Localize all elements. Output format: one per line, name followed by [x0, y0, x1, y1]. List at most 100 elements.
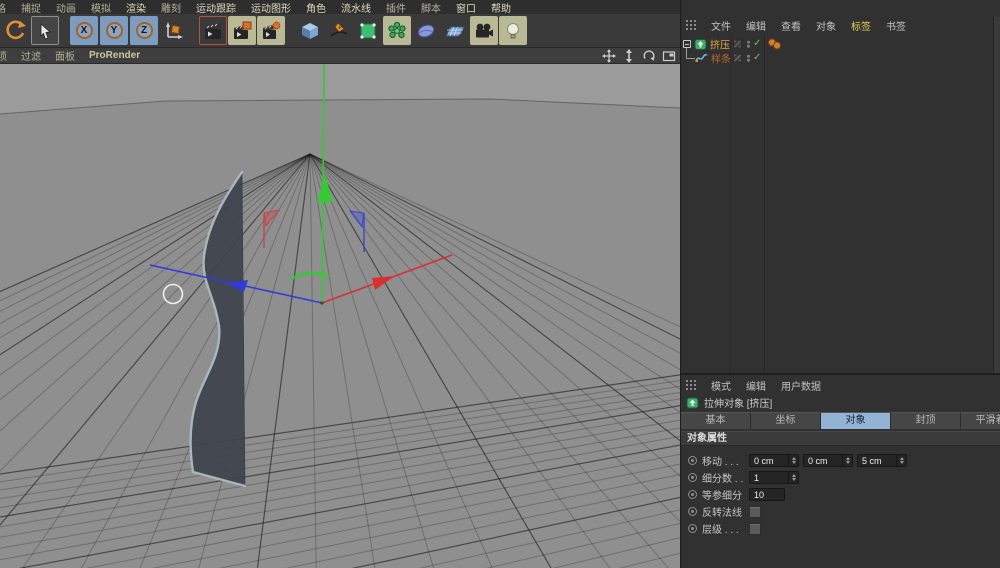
om-menu-item[interactable]: 书签 [886, 18, 906, 33]
viewport-menu-item[interactable]: 过滤 [21, 48, 41, 63]
coordinate-system-button[interactable] [160, 16, 188, 45]
keyframe-circle-icon[interactable] [688, 524, 697, 533]
om-scrollbar[interactable] [993, 17, 1000, 374]
dolly-zoom-icon[interactable] [622, 49, 636, 63]
property-row-hierarchical: 层级 . . . [681, 521, 1000, 536]
undo-button[interactable] [2, 16, 30, 45]
render-view-button[interactable] [199, 16, 227, 45]
am-menu-item[interactable]: 用户数据 [781, 378, 821, 393]
menu-item[interactable]: 流水线 [341, 0, 371, 14]
lock-x-axis-button[interactable]: X [70, 16, 98, 45]
tab-phong[interactable]: 平滑着色 [961, 412, 1000, 429]
flip-normals-checkbox[interactable] [749, 506, 761, 518]
movement-x-field[interactable]: 0 cm [749, 454, 799, 467]
subdivision-surface-button[interactable] [354, 16, 382, 45]
tab-coord[interactable]: 坐标 [751, 412, 821, 429]
visibility-dots[interactable] [747, 53, 750, 64]
column-divider [764, 34, 765, 374]
floor-icon [444, 20, 466, 42]
menu-item[interactable]: 捕捉 [21, 0, 41, 14]
object-row-extrude[interactable]: 挤压 ✓ [681, 37, 992, 51]
render-picture-viewer-button[interactable] [228, 16, 256, 45]
object-tree[interactable]: 挤压 ✓ 样条 ✓ [681, 34, 992, 374]
subdivision-field[interactable]: 1 [749, 471, 799, 484]
mograph-button[interactable] [383, 16, 411, 45]
enable-check-icon[interactable]: ✓ [753, 53, 761, 63]
stepper[interactable] [788, 472, 798, 483]
viewport-menu-item[interactable]: ProRender [89, 50, 140, 61]
om-menu-item[interactable]: 标签 [851, 18, 871, 33]
main-toolbar: X Y Z [0, 14, 680, 48]
coordinate-system-icon [163, 20, 185, 42]
orbit-icon[interactable] [642, 49, 656, 63]
object-name[interactable]: 样条 [711, 51, 731, 66]
menu-item[interactable]: 脚本 [421, 0, 441, 14]
object-tags[interactable] [768, 39, 781, 50]
keyframe-circle-icon[interactable] [688, 490, 697, 499]
layer-toggle[interactable] [733, 54, 742, 63]
keyframe-circle-icon[interactable] [688, 456, 697, 465]
tab-caps[interactable]: 封顶 [891, 412, 961, 429]
iso-subdivision-field[interactable]: 10 [749, 488, 785, 501]
light-button[interactable] [499, 16, 527, 45]
menu-item[interactable]: 动画 [56, 0, 76, 14]
menu-item[interactable]: 运动跟踪 [196, 0, 236, 14]
menu-item[interactable]: 渲染 [126, 0, 146, 14]
menu-item[interactable]: 模拟 [91, 0, 111, 14]
enable-check-icon[interactable]: ✓ [753, 39, 761, 49]
om-menu-item[interactable]: 对象 [816, 18, 836, 33]
object-row-spline[interactable]: 样条 ✓ [681, 51, 992, 65]
menu-item[interactable]: 窗口 [456, 0, 476, 14]
subdivision-surface-icon [357, 20, 379, 42]
keyframe-circle-icon[interactable] [688, 507, 697, 516]
menu-item[interactable]: 角色 [306, 0, 326, 14]
visibility-dots[interactable] [747, 39, 750, 50]
toggle-view-icon[interactable] [662, 49, 676, 63]
om-menu-item[interactable]: 编辑 [746, 18, 766, 33]
gizmo-origin [320, 301, 324, 305]
render-picture-viewer-icon [231, 20, 253, 42]
layer-toggle[interactable] [733, 40, 742, 49]
viewport-canvas[interactable] [0, 64, 680, 568]
viewport-menu-item[interactable]: 项 [0, 48, 7, 63]
stepper[interactable] [842, 455, 852, 466]
movement-z-field[interactable]: 5 cm [857, 454, 907, 467]
x-axis-icon: X [76, 22, 93, 39]
am-menu-item[interactable]: 模式 [711, 378, 731, 393]
menu-item[interactable]: 雕刻 [161, 0, 181, 14]
viewport-menu-item[interactable]: 面板 [55, 48, 75, 63]
deformer-button[interactable] [412, 16, 440, 45]
menu-item[interactable]: 格 [0, 0, 6, 14]
collapse-toggle-icon[interactable] [683, 40, 691, 48]
om-menu-item[interactable]: 查看 [781, 18, 801, 33]
am-menu-item[interactable]: 编辑 [746, 378, 766, 393]
primitive-cube-button[interactable] [296, 16, 324, 45]
panel-handle-icon[interactable] [686, 20, 696, 30]
tab-object[interactable]: 对象 [821, 412, 891, 429]
panel-divider[interactable] [681, 373, 1000, 375]
tab-basic[interactable]: 基本 [681, 412, 751, 429]
camera-button[interactable] [470, 16, 498, 45]
hierarchical-checkbox[interactable] [749, 523, 761, 535]
property-label: 细分数 . . [702, 470, 749, 485]
floor-button[interactable] [441, 16, 469, 45]
object-name[interactable]: 挤压 [710, 37, 730, 52]
menu-item[interactable]: 插件 [386, 0, 406, 14]
spline-pen-button[interactable] [325, 16, 353, 45]
stepper[interactable] [788, 455, 798, 466]
panel-handle-icon[interactable] [686, 380, 696, 390]
om-menu-item[interactable]: 文件 [711, 18, 731, 33]
menu-item[interactable]: 帮助 [491, 0, 511, 14]
lock-y-axis-button[interactable]: Y [100, 16, 128, 45]
live-selection-button[interactable] [31, 16, 59, 45]
lock-z-axis-button[interactable]: Z [130, 16, 158, 45]
movement-y-field[interactable]: 0 cm [803, 454, 853, 467]
edit-render-settings-button[interactable] [257, 16, 285, 45]
keyframe-circle-icon[interactable] [688, 473, 697, 482]
menu-item[interactable]: 运动图形 [251, 0, 291, 14]
stepper[interactable] [896, 455, 906, 466]
tag-icon[interactable] [773, 42, 781, 50]
pan-icon[interactable] [602, 49, 616, 63]
pen-icon [328, 20, 350, 42]
section-header[interactable]: 对象属性 [681, 431, 1000, 446]
